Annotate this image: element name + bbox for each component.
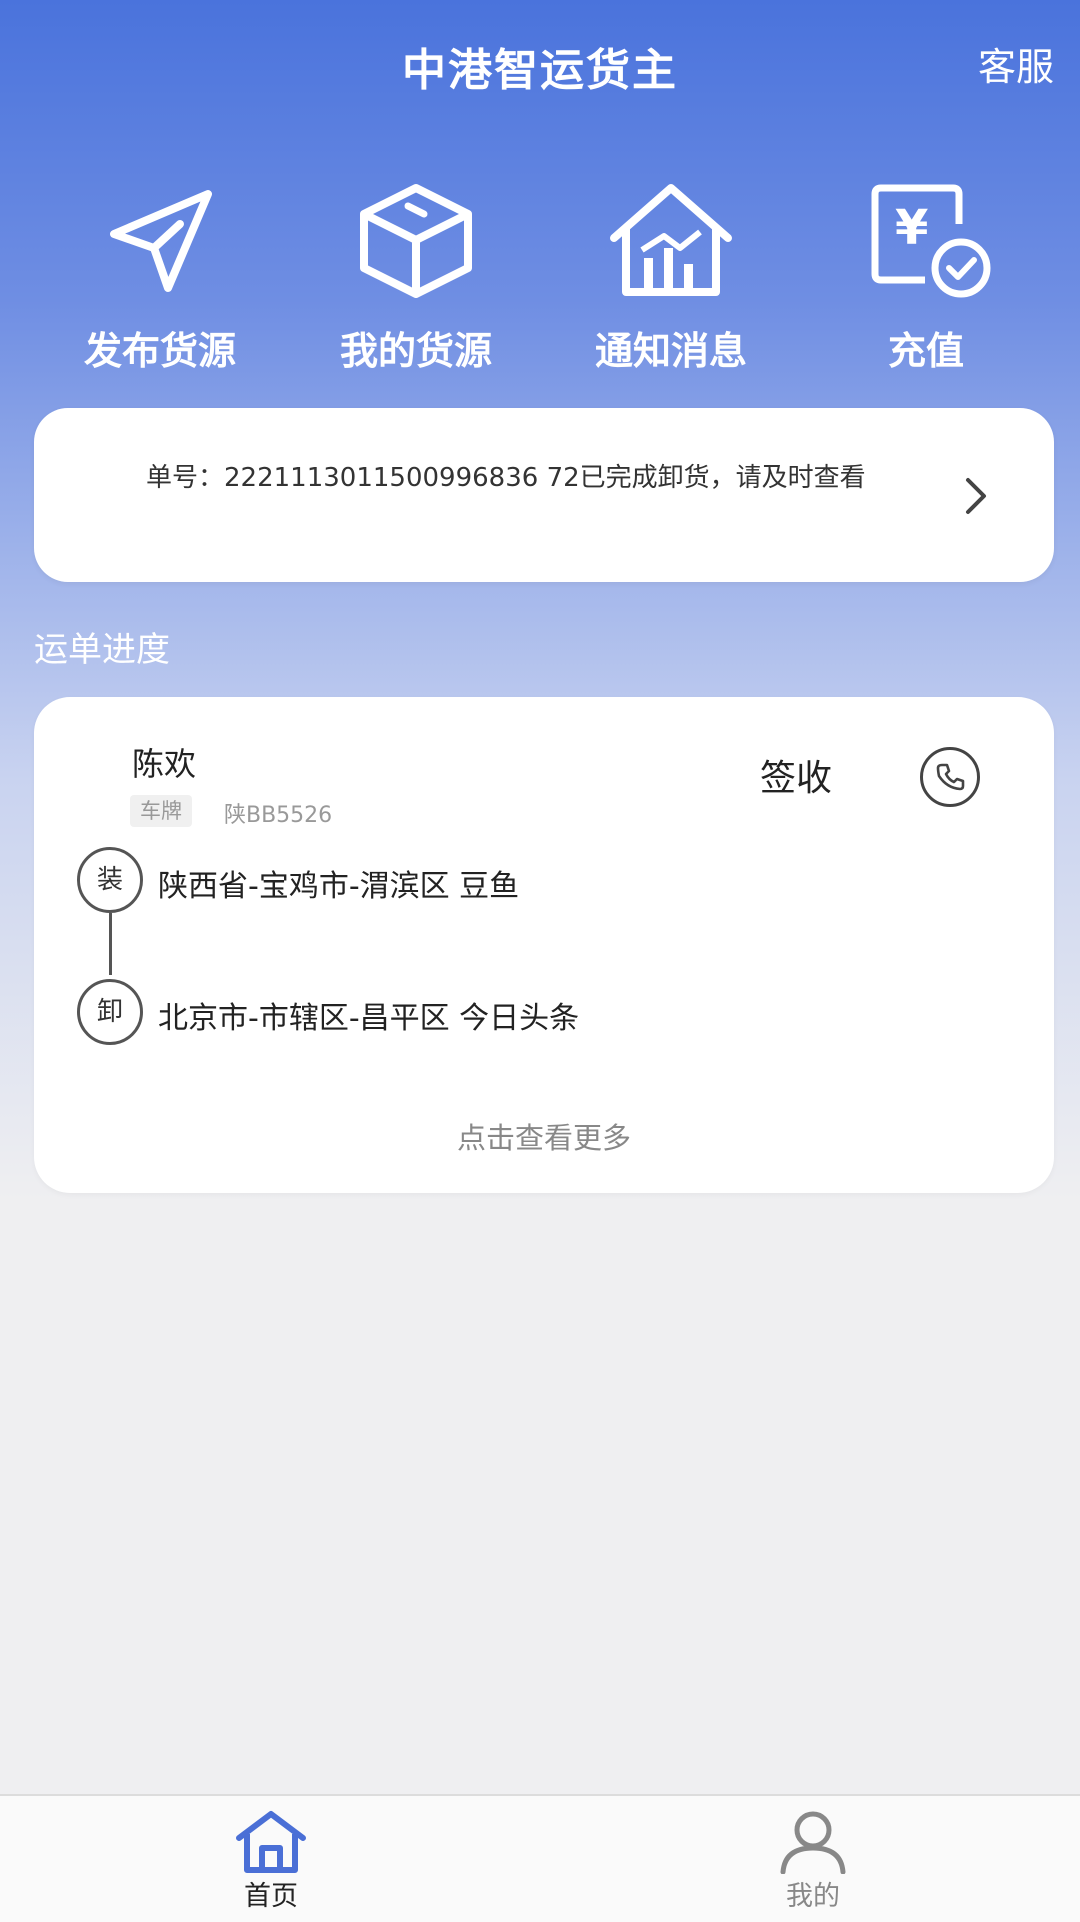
order-status: 签收	[760, 758, 833, 799]
notice-banner[interactable]: 单号：2221113011500996836 72已完成卸货，请及时查看	[34, 408, 1054, 582]
driver-name: 陈欢	[132, 745, 197, 783]
unload-tag: 卸	[77, 979, 143, 1045]
recharge-icon: ¥	[871, 184, 991, 298]
order-card[interactable]: 陈欢 车牌 陕BB5526 签收 装 陕西省-宝鸡市-渭滨区 豆鱼 卸 北京市-…	[34, 697, 1054, 1193]
plate-number: 陕BB5526	[224, 803, 333, 828]
view-more-link[interactable]: 点击查看更多	[34, 1115, 1054, 1157]
send-icon	[110, 190, 212, 292]
tab-label: 首页	[244, 1881, 298, 1912]
unload-address: 北京市-市辖区-昌平区 今日头条	[158, 1001, 580, 1036]
publish-cargo-button[interactable]: 发布货源	[45, 180, 275, 380]
section-title: 运单进度	[34, 630, 170, 670]
load-tag: 装	[77, 847, 143, 913]
notifications-button[interactable]: 通知消息	[556, 180, 786, 380]
load-address: 陕西省-宝鸡市-渭滨区 豆鱼	[158, 869, 520, 904]
user-icon	[780, 1811, 846, 1874]
box-icon	[360, 184, 472, 298]
quick-action-label: 充值	[887, 329, 964, 373]
home-icon	[236, 1811, 306, 1873]
tab-label: 我的	[786, 1881, 840, 1912]
recharge-button[interactable]: ¥ 充值	[811, 180, 1041, 380]
house-chart-icon	[610, 184, 732, 296]
plate-tag: 车牌	[130, 795, 192, 827]
route-connector	[109, 913, 112, 975]
quick-action-label: 我的货源	[339, 329, 492, 373]
quick-action-label: 发布货源	[83, 329, 236, 373]
tab-home[interactable]: 首页	[211, 1810, 331, 1920]
customer-service-button[interactable]: 客服	[978, 36, 1054, 91]
tab-mine[interactable]: 我的	[753, 1810, 873, 1920]
app-header: 中港智运货主 客服	[0, 0, 1080, 120]
notice-text: 单号：2221113011500996836 72已完成卸货，请及时查看	[146, 463, 866, 493]
quick-actions: 发布货源 我的货源 通知消息 ¥ 充值	[0, 180, 1080, 380]
svg-text:¥: ¥	[895, 200, 928, 256]
quick-action-label: 通知消息	[594, 329, 747, 373]
app-title: 中港智运货主	[402, 45, 678, 96]
my-cargo-button[interactable]: 我的货源	[301, 180, 531, 380]
chevron-right-icon	[966, 478, 986, 514]
bottom-tab-bar: 首页 我的	[0, 1794, 1080, 1922]
phone-icon	[936, 763, 965, 791]
call-driver-button[interactable]	[920, 747, 980, 807]
